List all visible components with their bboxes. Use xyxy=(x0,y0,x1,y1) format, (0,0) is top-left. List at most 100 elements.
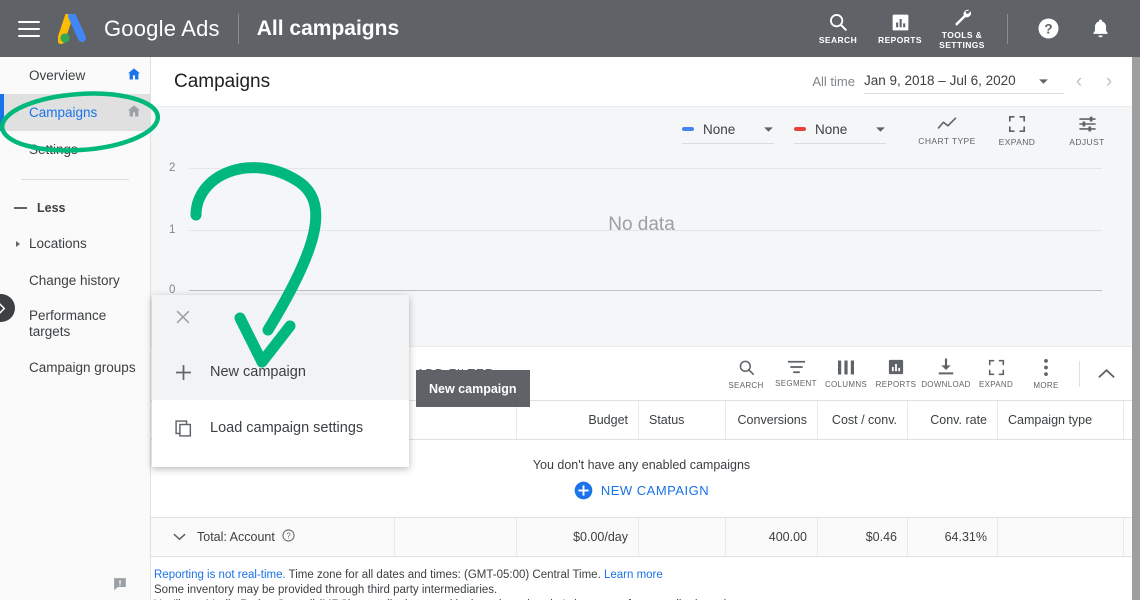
sidebar-item-overview[interactable]: Overview xyxy=(0,57,150,94)
collapse-chart-button[interactable] xyxy=(1086,368,1126,379)
table-search-button[interactable]: SEARCH xyxy=(721,358,771,390)
table-expand-button[interactable]: EXPAND xyxy=(971,359,1021,389)
empty-state-message: You don't have any enabled campaigns xyxy=(533,458,750,472)
y-axis-tick: 2 xyxy=(169,162,175,174)
gridline-2 xyxy=(189,168,1102,169)
total-row-label: Total: Account xyxy=(197,530,275,544)
hamburger-icon[interactable] xyxy=(18,21,40,37)
help-question-icon: ? xyxy=(1036,16,1061,41)
learn-more-link[interactable]: Learn more xyxy=(604,569,663,581)
table-header-cell-conv-rate[interactable]: Conv. rate xyxy=(908,401,998,439)
sidebar-item-performance-targets[interactable]: Performancetargets xyxy=(0,299,150,349)
left-navigation-sidebar: Overview Campaigns Settings Less Locatio… xyxy=(0,57,151,600)
plus-circle-icon xyxy=(574,481,593,500)
brand-divider xyxy=(238,14,239,44)
svg-text:?: ? xyxy=(286,532,291,541)
table-search-label: SEARCH xyxy=(728,381,763,390)
help-button[interactable]: ? xyxy=(1022,16,1074,41)
sidebar-item-settings[interactable]: Settings xyxy=(0,131,150,168)
notifications-button[interactable] xyxy=(1074,17,1126,40)
search-icon xyxy=(737,358,756,377)
table-reports-button[interactable]: REPORTS xyxy=(871,358,921,389)
total-row-cell-budget: $0.00/day xyxy=(517,518,639,556)
feedback-icon[interactable] xyxy=(112,576,129,598)
menu-item-load-campaign-settings[interactable]: Load campaign settings xyxy=(152,400,409,456)
chevron-down-icon[interactable] xyxy=(1038,73,1049,88)
table-segment-button[interactable]: SEGMENT xyxy=(771,359,821,388)
help-question-icon[interactable]: ? xyxy=(282,529,295,545)
chart-adjust-button[interactable]: ADJUST xyxy=(1056,115,1118,147)
metric-color-swatch-blue xyxy=(682,127,694,131)
sidebar-item-label: Settings xyxy=(29,142,78,157)
new-campaign-dropdown-menu: New campaign Load campaign settings xyxy=(152,295,409,467)
table-columns-label: COLUMNS xyxy=(825,380,867,389)
chart-adjust-label: ADJUST xyxy=(1069,137,1104,147)
minus-icon xyxy=(14,207,27,209)
toolbar-divider xyxy=(1079,361,1080,387)
date-range-picker[interactable]: Jan 9, 2018 – Jul 6, 2020 xyxy=(864,69,1064,94)
search-icon xyxy=(827,11,849,33)
chevron-down-icon[interactable] xyxy=(875,120,886,138)
top-search-label: SEARCH xyxy=(819,36,857,46)
sidebar-item-change-history[interactable]: Change history xyxy=(0,262,150,299)
adjust-sliders-icon xyxy=(1078,115,1097,133)
table-header-cell-campaign-type[interactable]: Campaign type xyxy=(998,401,1124,439)
top-reports-button[interactable]: REPORTS xyxy=(869,12,931,46)
date-range-value: Jan 9, 2018 – Jul 6, 2020 xyxy=(864,73,1016,88)
close-x-icon[interactable] xyxy=(174,308,192,331)
table-columns-button[interactable]: COLUMNS xyxy=(821,359,871,389)
chevron-left-icon[interactable]: ‹ xyxy=(1064,71,1094,93)
top-search-button[interactable]: SEARCH xyxy=(807,11,869,46)
metric-selector-label: None xyxy=(703,122,735,137)
home-icon[interactable] xyxy=(126,103,142,122)
top-bar-actions: SEARCH REPORTS TOOLS &SETTINGS xyxy=(807,0,1140,57)
table-download-button[interactable]: DOWNLOAD xyxy=(921,358,971,389)
metric-color-swatch-red xyxy=(794,127,806,131)
table-header-cell-budget[interactable]: Budget xyxy=(517,401,639,439)
sidebar-item-campaign-groups[interactable]: Campaign groups xyxy=(0,349,150,386)
copy-icon xyxy=(174,419,210,438)
chart-expand-button[interactable]: EXPAND xyxy=(986,115,1048,147)
chevron-down-icon[interactable] xyxy=(161,533,197,541)
sidebar-divider xyxy=(21,179,129,180)
more-vertical-icon xyxy=(1043,358,1049,377)
sidebar-item-campaigns[interactable]: Campaigns xyxy=(0,94,150,131)
columns-icon xyxy=(837,359,855,376)
svg-text:?: ? xyxy=(1044,21,1052,36)
table-tool-buttons: SEARCH SEGMENT COLUMNS xyxy=(721,358,1132,390)
chart-type-button[interactable]: CHART TYPE xyxy=(916,116,978,146)
chevron-right-icon xyxy=(16,241,20,247)
table-more-button[interactable]: MORE xyxy=(1021,358,1071,390)
total-row-cell-campaign-type xyxy=(998,518,1124,556)
page-header: Campaigns All time Jan 9, 2018 – Jul 6, … xyxy=(151,57,1132,106)
top-tools-settings-button[interactable]: TOOLS &SETTINGS xyxy=(931,6,993,51)
new-campaign-cta[interactable]: NEW CAMPAIGN xyxy=(574,481,709,500)
sidebar-item-locations[interactable]: Locations xyxy=(0,225,150,262)
reporting-not-realtime-link[interactable]: Reporting is not real-time. xyxy=(154,569,286,581)
active-indicator-bar xyxy=(0,94,4,131)
total-row-label-cell[interactable]: Total: Account ? xyxy=(151,518,395,556)
home-icon[interactable] xyxy=(126,66,142,85)
table-more-label: MORE xyxy=(1033,381,1058,390)
date-range-preset-label: All time xyxy=(812,74,855,89)
table-header-cell-cost-per-conv[interactable]: Cost / conv. xyxy=(818,401,908,439)
chevron-right-icon[interactable]: › xyxy=(1094,71,1124,93)
table-header-cell-conversions[interactable]: Conversions xyxy=(726,401,818,439)
reports-bar-chart-icon xyxy=(887,358,905,376)
sidebar-item-label: Locations xyxy=(29,236,87,251)
sidebar-item-label: Overview xyxy=(29,68,85,83)
metric-selector-primary[interactable]: None xyxy=(682,117,774,144)
metric-selector-secondary[interactable]: None xyxy=(794,117,886,144)
sidebar-item-label: Performancetargets xyxy=(29,308,106,340)
chevron-down-icon[interactable] xyxy=(763,120,774,138)
top-app-bar: Google Ads All campaigns SEARCH REPORTS xyxy=(0,0,1140,57)
new-campaign-tooltip: New campaign xyxy=(416,370,530,407)
total-row-cell-cost-per-conv: $0.46 xyxy=(818,518,908,556)
brand-title: Google Ads xyxy=(104,16,220,42)
table-header-cell-status[interactable]: Status xyxy=(639,401,726,439)
expand-icon xyxy=(988,359,1005,376)
menu-item-new-campaign[interactable]: New campaign xyxy=(152,344,409,400)
sidebar-less-toggle[interactable]: Less xyxy=(0,191,150,225)
sidebar-less-label: Less xyxy=(37,201,66,215)
right-scrollbar-track[interactable] xyxy=(1132,57,1140,600)
